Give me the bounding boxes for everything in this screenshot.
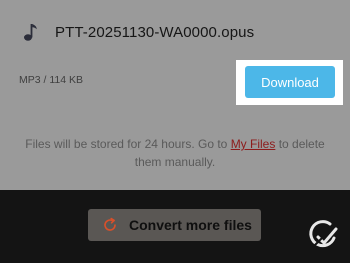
storage-info-prefix: Files will be stored for 24 hours. Go to: [25, 137, 231, 151]
convert-more-files-button[interactable]: Convert more files: [88, 209, 261, 241]
my-files-link[interactable]: My Files: [231, 137, 276, 151]
convert-more-files-label: Convert more files: [129, 217, 252, 233]
brand-logo-icon: [305, 218, 339, 252]
refresh-icon: [101, 216, 119, 234]
file-row: PTT-20251130-WA0000.opus: [20, 18, 254, 46]
file-name: PTT-20251130-WA0000.opus: [55, 23, 255, 41]
download-highlight: Download: [236, 60, 343, 105]
music-note-icon: [20, 19, 42, 45]
storage-info-text: Files will be stored for 24 hours. Go to…: [20, 135, 330, 171]
file-format-size: MP3 / 114 KB: [19, 74, 84, 86]
download-button[interactable]: Download: [245, 66, 335, 98]
file-result-panel: PTT-20251130-WA0000.opus MP3 / 114 KB Do…: [0, 0, 350, 190]
footer-bar: Convert more files: [0, 190, 350, 263]
